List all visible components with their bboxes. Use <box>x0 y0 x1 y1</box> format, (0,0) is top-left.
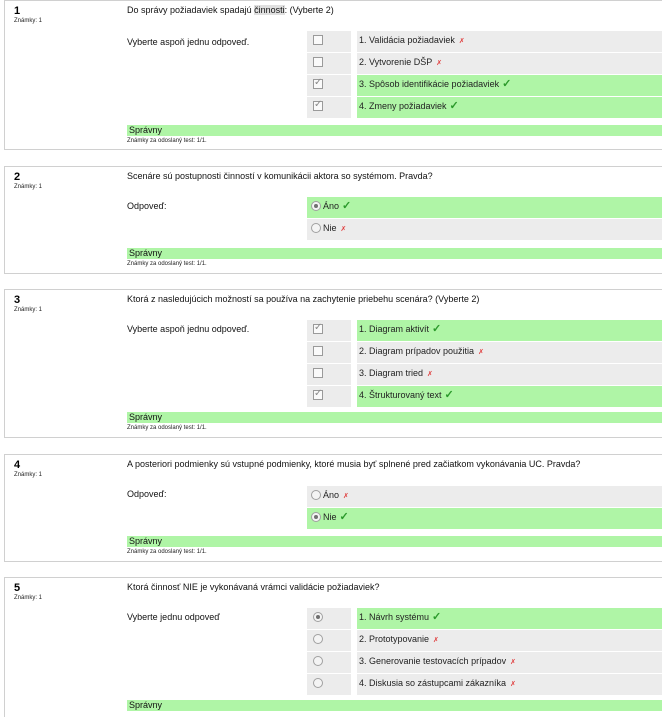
radio[interactable] <box>311 490 321 500</box>
answer-option[interactable]: 4. Diskusia so zástupcami zákazníka ✗ <box>307 674 662 695</box>
question-number: 1 <box>14 5 21 17</box>
answer-option[interactable]: Áno ✓ <box>307 197 662 218</box>
grade-summary: Známky za odoslaný test: 1/1. <box>127 425 207 431</box>
question-1: 1 Známky: 1 Do správy požiadaviek spadaj… <box>4 0 662 150</box>
question-2: 2 Známky: 1 Scenáre sú postupnosti činno… <box>4 166 662 274</box>
grade-summary: Známky za odoslaný test: 1/1. <box>127 261 207 267</box>
question-info: 3 Známky: 1 <box>14 294 114 313</box>
question-4: 4 Známky: 1 A posteriori podmienky sú vs… <box>4 454 662 562</box>
checkbox[interactable] <box>313 57 323 67</box>
answer-option[interactable]: 3. Generovanie testovacích prípadov ✗ <box>307 652 662 673</box>
answer-list: 1. Diagram aktivít✓ 2. Diagram prípadov … <box>307 320 662 408</box>
question-info: 1 Známky: 1 <box>14 5 114 24</box>
correct-icon: ✓ <box>449 100 459 112</box>
incorrect-icon: ✗ <box>510 681 516 688</box>
radio-selected[interactable] <box>311 201 321 211</box>
incorrect-icon: ✗ <box>510 659 516 666</box>
incorrect-icon: ✗ <box>340 226 347 233</box>
checkbox-checked[interactable] <box>313 99 323 111</box>
incorrect-icon: ✗ <box>427 371 433 378</box>
question-text: Do správy požiadaviek spadajú činnosti: … <box>127 5 334 15</box>
question-text: Scenáre sú postupnosti činností v komuni… <box>127 171 433 181</box>
answer-prompt: Vyberte jednu odpoveď <box>127 612 220 622</box>
answer-option[interactable]: 1. Návrh systému ✓ <box>307 608 662 629</box>
answer-option[interactable]: 2. Prototypovanie ✗ <box>307 630 662 651</box>
question-number: 3 <box>14 294 21 306</box>
correct-icon: ✓ <box>339 511 349 523</box>
answer-option[interactable]: 3. Spôsob identifikácie požiadaviek✓ <box>307 75 662 96</box>
feedback-correct: Správny <box>127 700 662 711</box>
incorrect-icon: ✗ <box>458 38 465 45</box>
radio[interactable] <box>313 678 323 688</box>
answer-option[interactable]: 4. Zmeny požiadaviek✓ <box>307 97 662 118</box>
incorrect-icon: ✗ <box>478 349 484 356</box>
incorrect-icon: ✗ <box>433 637 439 644</box>
grade-summary: Známky za odoslaný test: 1/1. <box>127 138 207 144</box>
answer-list: 1. Návrh systému ✓ 2. Prototypovanie ✗ 3. … <box>307 608 662 696</box>
incorrect-icon: ✗ <box>436 60 443 67</box>
question-number: 5 <box>14 582 21 594</box>
checkbox-checked[interactable] <box>313 388 323 400</box>
grade-summary: Známky za odoslaný test: 1/1. <box>127 549 207 555</box>
correct-icon: ✓ <box>502 78 512 90</box>
question-info: 4 Známky: 1 <box>14 459 114 478</box>
answer-list: Áno ✓ Nie ✗ <box>307 197 662 241</box>
highlighted-word: činnosti <box>254 5 285 15</box>
question-3: 3 Známky: 1 Ktorá z nasledujúcich možnos… <box>4 289 662 438</box>
correct-icon: ✓ <box>432 611 442 623</box>
answer-prompt: Odpoveď: <box>127 201 167 211</box>
answer-option[interactable]: Nie ✗ <box>307 219 662 240</box>
radio[interactable] <box>313 634 323 644</box>
answer-option[interactable]: 2. Vytvorenie DŠP ✗ <box>307 53 662 74</box>
feedback-correct: Správny <box>127 412 662 423</box>
checkbox[interactable] <box>313 346 323 356</box>
checkbox-checked[interactable] <box>313 77 323 89</box>
answer-prompt: Vyberte aspoň jednu odpoveď. <box>127 37 250 47</box>
radio-selected[interactable] <box>311 512 321 522</box>
correct-icon: ✓ <box>432 323 442 335</box>
question-number: 4 <box>14 459 21 471</box>
feedback-correct: Správny <box>127 248 662 259</box>
question-grade: Známky: 1 <box>14 595 43 601</box>
answer-list: Áno ✗ Nie ✓ <box>307 486 662 530</box>
checkbox-checked[interactable] <box>313 322 323 334</box>
radio[interactable] <box>313 656 323 666</box>
question-grade: Známky: 1 <box>14 307 43 313</box>
question-info: 2 Známky: 1 <box>14 171 114 190</box>
question-text: Ktorá činnosť NIE je vykonávaná vrámci v… <box>127 582 380 592</box>
answer-prompt: Vyberte aspoň jednu odpoveď. <box>127 324 250 334</box>
answer-option[interactable]: 3. Diagram tried ✗ <box>307 364 662 385</box>
question-text: Ktorá z nasledujúcich možností sa použív… <box>127 294 480 304</box>
radio[interactable] <box>311 223 321 233</box>
question-grade: Známky: 1 <box>14 184 43 190</box>
answer-option[interactable]: Áno ✗ <box>307 486 662 507</box>
answer-prompt: Odpoveď: <box>127 489 167 499</box>
answer-option[interactable]: 1. Validácia požiadaviek ✗ <box>307 31 662 52</box>
radio-selected[interactable] <box>313 612 323 622</box>
feedback-correct: Správny <box>127 125 662 136</box>
question-info: 5 Známky: 1 <box>14 582 114 601</box>
question-grade: Známky: 1 <box>14 18 43 24</box>
feedback-correct: Správny <box>127 536 662 547</box>
question-text: A posteriori podmienky sú vstupné podmie… <box>127 459 581 469</box>
answer-option[interactable]: Nie ✓ <box>307 508 662 529</box>
correct-icon: ✓ <box>342 200 352 212</box>
correct-icon: ✓ <box>444 389 454 401</box>
answer-list: 1. Validácia požiadaviek ✗ 2. Vytvorenie … <box>307 31 662 119</box>
question-grade: Známky: 1 <box>14 472 43 478</box>
answer-option[interactable]: 4. Štrukturovaný text✓ <box>307 386 662 407</box>
question-number: 2 <box>14 171 21 183</box>
checkbox[interactable] <box>313 368 323 378</box>
answer-option[interactable]: 1. Diagram aktivít✓ <box>307 320 662 341</box>
question-5: 5 Známky: 1 Ktorá činnosť NIE je vykonáv… <box>4 577 662 717</box>
checkbox[interactable] <box>313 35 323 45</box>
incorrect-icon: ✗ <box>343 493 349 500</box>
answer-option[interactable]: 2. Diagram prípadov použitia ✗ <box>307 342 662 363</box>
